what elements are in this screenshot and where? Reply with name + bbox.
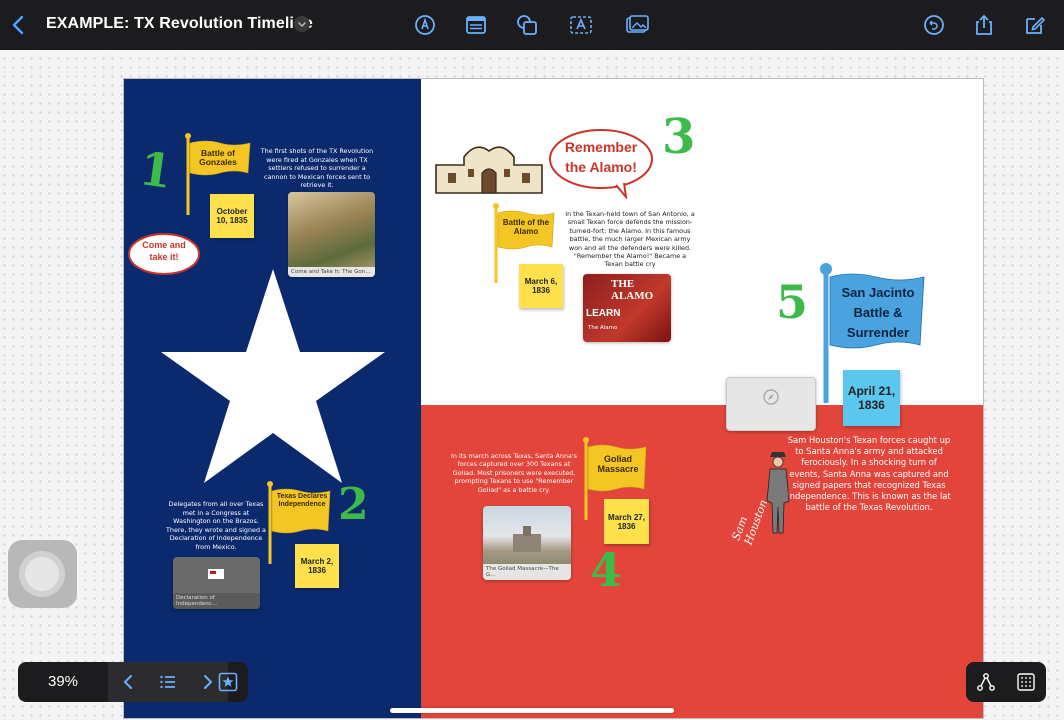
- document-icon: [208, 569, 224, 579]
- text-tool-icon[interactable]: [569, 13, 593, 37]
- san-jacinto-image-placeholder[interactable]: [726, 377, 816, 431]
- monument-icon: [513, 526, 541, 552]
- bubble-come-and-take-it: Come and take it!: [142, 240, 186, 262]
- undo-icon[interactable]: [922, 13, 946, 37]
- sticky-declaration-date[interactable]: March 2, 1836: [295, 544, 339, 588]
- note-tool-icon[interactable]: [464, 13, 488, 37]
- goliad-image-card[interactable]: The Goliad Massacre—The G...: [483, 506, 571, 580]
- lone-star-icon: [161, 269, 385, 483]
- thumbnail-caption: The Alamo: [588, 325, 618, 331]
- next-icon[interactable]: [198, 672, 218, 692]
- back-icon[interactable]: [10, 14, 26, 36]
- flag-label-gonzales: Battle of Gonzales: [199, 148, 237, 168]
- san-jacinto-description: Sam Houston's Texan forces caught up to …: [787, 435, 951, 513]
- sticky-gonzales-date[interactable]: October 10, 1835: [210, 194, 254, 238]
- image-tool-icon[interactable]: [625, 13, 649, 37]
- alamo-thumb-title: THE ALAMO: [611, 278, 654, 302]
- connections-icon[interactable]: [976, 672, 996, 692]
- list-icon[interactable]: [158, 672, 178, 692]
- share-icon[interactable]: [972, 13, 996, 37]
- view-controls: [966, 662, 1046, 702]
- number-5: 5: [776, 275, 809, 329]
- number-4: 4: [590, 543, 623, 597]
- previous-icon[interactable]: [118, 672, 138, 692]
- flag-label-declaration: Texas Declares Independence: [276, 493, 328, 508]
- navigator-controls: [108, 662, 228, 702]
- declaration-description: Delegates from all over Texas met in a C…: [166, 500, 266, 551]
- alamo-image-card[interactable]: THE ALAMO LEARN The Alamo: [583, 274, 671, 342]
- sticky-goliad-date[interactable]: March 27, 1836: [604, 499, 649, 544]
- alamo-description: In the Texan-held town of San Antonio, a…: [565, 210, 695, 269]
- top-toolbar: EXAMPLE: TX Revolution Timeline: [0, 0, 1064, 50]
- document-title[interactable]: EXAMPLE: TX Revolution Timeline: [46, 15, 313, 33]
- compass-icon: [763, 389, 779, 405]
- navigator-bar: 39%: [18, 662, 248, 702]
- thumbnail-caption: Come and Take It: The Gon...: [288, 267, 375, 277]
- sticky-alamo-date[interactable]: March 6, 1836: [519, 264, 563, 308]
- thumbnail-caption: The Goliad Massacre—The G...: [483, 564, 571, 580]
- bubble-remember-the-alamo: Remember the Alamo!: [564, 139, 638, 175]
- edit-icon[interactable]: [1023, 13, 1047, 37]
- flag-label-goliad: Goliad Massacre: [597, 454, 639, 474]
- timeline-board[interactable]: 1 Battle of Gonzales The first shots of …: [123, 78, 984, 719]
- gonzales-image-card[interactable]: Come and Take It: The Gon...: [288, 192, 375, 277]
- goliad-description: In its march across Texas, Santa Anna's …: [450, 452, 578, 494]
- number-3: 3: [662, 109, 696, 165]
- grid-icon[interactable]: [1016, 672, 1036, 692]
- number-2: 2: [338, 479, 369, 530]
- bookmark-star-icon[interactable]: [218, 672, 238, 692]
- zoom-level[interactable]: 39%: [18, 662, 108, 702]
- assistive-touch-button[interactable]: [8, 540, 77, 608]
- flag-label-alamo: Battle of the Alamo: [502, 218, 550, 236]
- title-menu-chevron-icon[interactable]: [294, 16, 310, 32]
- declaration-image-card[interactable]: Declaration of Independenc...: [173, 557, 260, 609]
- flag-label-san-jacinto: San Jacinto Battle & Surrender: [841, 285, 915, 340]
- shape-tool-icon[interactable]: [515, 13, 539, 37]
- home-indicator[interactable]: [390, 708, 674, 713]
- alamo-building-icon: [435, 146, 543, 194]
- gonzales-description: The first shots of the TX Revolution wer…: [260, 147, 374, 190]
- sticky-san-jacinto-date[interactable]: April 21, 1836: [843, 370, 900, 426]
- alamo-thumb-learn: LEARN: [586, 308, 621, 319]
- pen-tool-icon[interactable]: [413, 13, 437, 37]
- thumbnail-caption: Declaration of Independenc...: [173, 593, 260, 609]
